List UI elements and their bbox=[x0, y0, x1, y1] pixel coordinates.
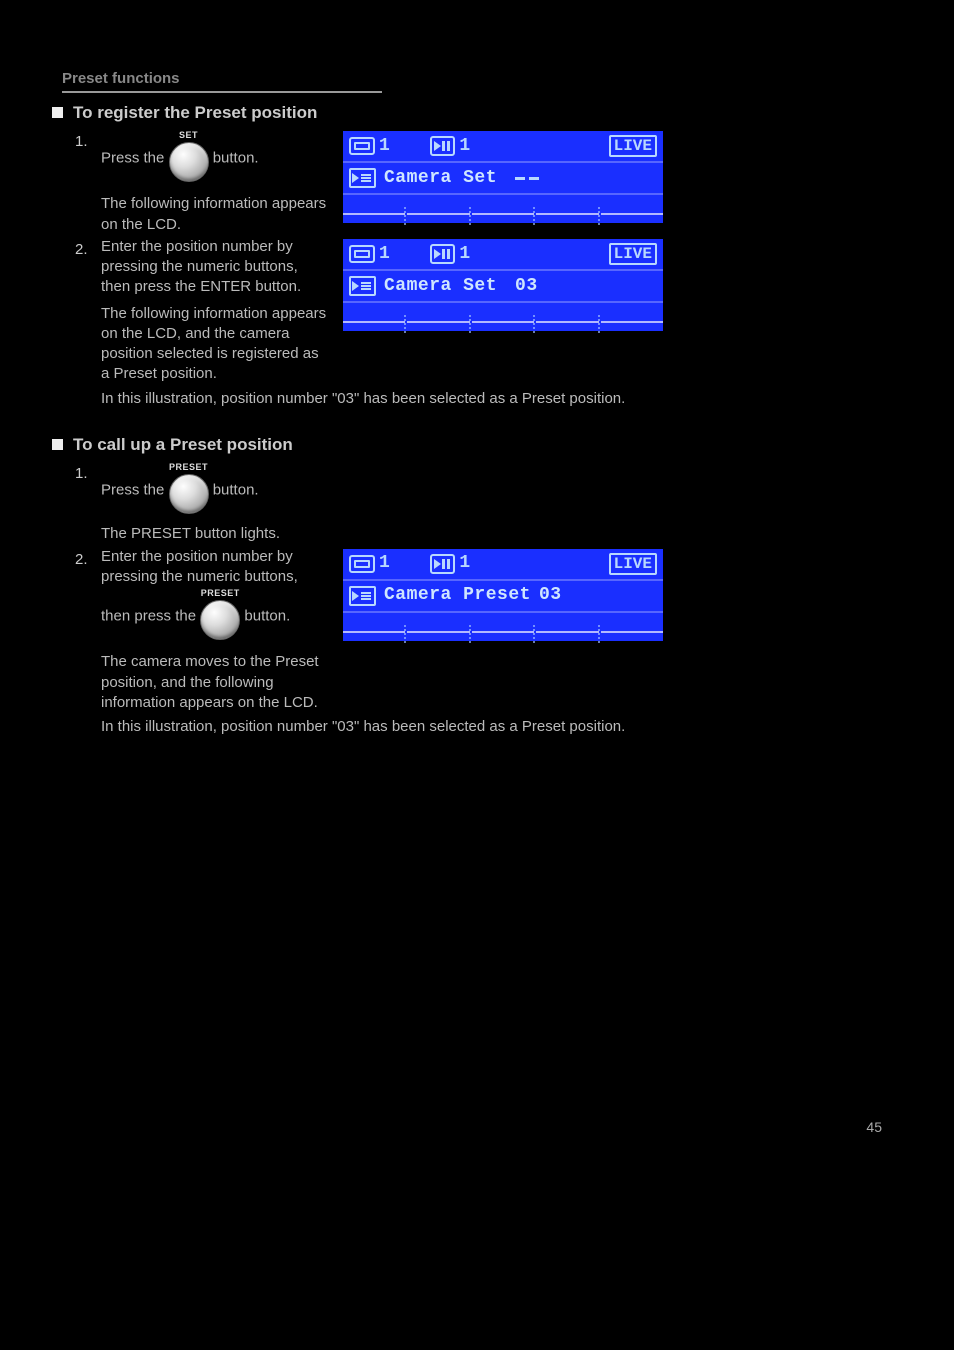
lcd-footer-cells bbox=[343, 303, 663, 331]
header-subtitle: Preset functions bbox=[62, 70, 882, 87]
step-text: Enter the position number by pressing th… bbox=[101, 547, 663, 738]
illus-value: 03 bbox=[337, 718, 354, 735]
lcd-camera-set-label: Camera Set bbox=[384, 274, 497, 298]
illus-suffix: " has been selected as a Preset position… bbox=[354, 718, 625, 735]
call-step1-text-b: button. bbox=[213, 482, 259, 499]
lcd-monitor-num: 1 bbox=[379, 551, 390, 575]
lcd-camera-num: 1 bbox=[459, 551, 470, 575]
section-call-preset: To call up a Preset position 1. Press th… bbox=[72, 435, 882, 740]
monitor-icon bbox=[349, 245, 375, 263]
camera-icon bbox=[430, 554, 455, 574]
step-number: 1. bbox=[75, 461, 91, 482]
lcd-camera-set-03: 1 1 LIVE Camera Se bbox=[343, 239, 663, 331]
live-badge: LIVE bbox=[609, 243, 657, 265]
preset-button-label: PRESET bbox=[200, 587, 240, 599]
round-button-icon bbox=[169, 142, 209, 182]
step1-note: The following information appears on the… bbox=[101, 194, 331, 235]
lcd-preset-value: 03 bbox=[539, 583, 562, 607]
live-badge: LIVE bbox=[609, 135, 657, 157]
lcd-camera-num: 1 bbox=[459, 242, 470, 266]
illus-suffix: " has been selected as a Preset position… bbox=[354, 390, 625, 407]
lcd-monitor-num: 1 bbox=[379, 242, 390, 266]
preset-button-graphic: PRESET bbox=[200, 587, 240, 646]
lcd-camera-preset-03: 1 1 LIVE Camera Pr bbox=[343, 549, 663, 641]
lcd-camera-preset-label: Camera Preset bbox=[384, 583, 531, 607]
step-number: 2. bbox=[75, 547, 91, 568]
lcd-monitor-num: 1 bbox=[379, 134, 390, 158]
live-badge: LIVE bbox=[609, 553, 657, 575]
step2-text: Enter the position number by pressing th… bbox=[101, 238, 301, 296]
header-rule bbox=[62, 91, 382, 93]
step1-text-a: Press the bbox=[101, 150, 169, 167]
camera-icon bbox=[430, 136, 455, 156]
round-button-icon bbox=[169, 474, 209, 514]
section-bullet-icon bbox=[52, 107, 63, 118]
page-number: 45 bbox=[72, 1119, 882, 1135]
step2-note: The following information appears on the… bbox=[101, 304, 331, 385]
step1-text-b: button. bbox=[213, 150, 259, 167]
step-text: Press the SET button. The following info… bbox=[101, 129, 663, 235]
illus-prefix: In this illustration, position number " bbox=[101, 390, 337, 407]
step-text: Press the PRESET button. The PRESET butt… bbox=[101, 461, 280, 545]
step-text: Enter the position number by pressing th… bbox=[101, 237, 663, 409]
lcd-footer-cells bbox=[343, 195, 663, 223]
call-step2-note: The camera moves to the Preset position,… bbox=[101, 652, 331, 713]
section-bullet-icon bbox=[52, 439, 63, 450]
round-button-icon bbox=[200, 600, 240, 640]
set-button-label: SET bbox=[169, 129, 209, 141]
monitor-icon bbox=[349, 555, 375, 573]
lcd-camera-set-label: Camera Set bbox=[384, 166, 497, 190]
step-number: 2. bbox=[75, 237, 91, 258]
camera-set-icon bbox=[349, 586, 376, 606]
illus-value: 03 bbox=[337, 390, 354, 407]
monitor-icon bbox=[349, 137, 375, 155]
section-register-preset: To register the Preset position 1. Press… bbox=[72, 103, 882, 411]
section-title-call: To call up a Preset position bbox=[73, 435, 882, 455]
lcd-preset-value: 03 bbox=[515, 274, 538, 298]
illus-prefix: In this illustration, position number " bbox=[101, 718, 337, 735]
lcd-camera-set-blank: 1 1 LIVE Camera Se bbox=[343, 131, 663, 223]
step-number: 1. bbox=[75, 129, 91, 150]
call-step1-text-a: Press the bbox=[101, 482, 169, 499]
lcd-footer-cells bbox=[343, 613, 663, 641]
call-step1-note: The PRESET button lights. bbox=[101, 524, 280, 544]
camera-icon bbox=[430, 244, 455, 264]
page: Preset functions To register the Preset … bbox=[0, 0, 954, 1175]
section-title-register: To register the Preset position bbox=[73, 103, 882, 123]
preset-button-label: PRESET bbox=[169, 461, 209, 473]
call-step2-text-b: button. bbox=[244, 608, 290, 625]
lcd-preset-dashes bbox=[515, 177, 539, 180]
preset-button-graphic: PRESET bbox=[169, 461, 209, 520]
camera-set-icon bbox=[349, 168, 376, 188]
set-button-graphic: SET bbox=[169, 129, 209, 188]
camera-set-icon bbox=[349, 276, 376, 296]
lcd-camera-num: 1 bbox=[459, 134, 470, 158]
